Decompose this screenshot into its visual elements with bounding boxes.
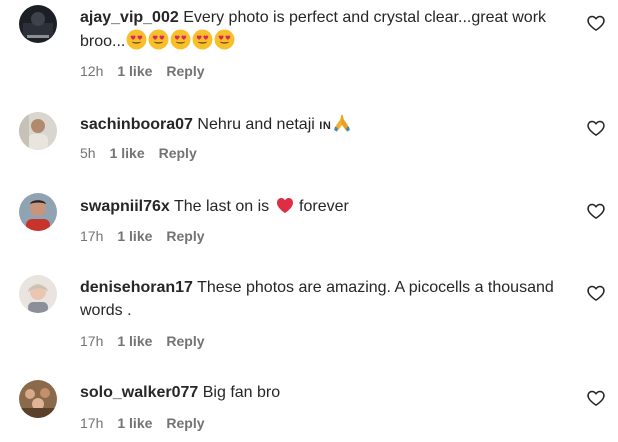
heart-icon[interactable] [586,388,606,408]
heart-eyes-emoji-icon [126,29,147,57]
comment-username[interactable]: sachinboora07 [80,116,193,133]
heart-eyes-emoji-icon [148,29,169,57]
comment-likes[interactable]: 1 like [110,145,145,161]
comment-likes[interactable]: 1 like [117,63,152,79]
comment-likes[interactable]: 1 like [117,333,152,349]
reply-button[interactable]: Reply [166,333,204,349]
heart-eyes-emoji-icon [214,29,235,57]
heart-eyes-emoji-icon [192,29,213,57]
comment-body: ajay_vip_002 Every photo is perfect and … [80,6,560,57]
avatar[interactable] [19,380,57,418]
reply-button[interactable]: Reply [166,228,204,244]
reply-button[interactable]: Reply [159,145,197,161]
reply-button[interactable]: Reply [166,415,204,431]
comment-username[interactable]: ajay_vip_002 [80,9,179,26]
avatar[interactable] [19,193,57,231]
comment-text-before: The last on is [173,198,270,215]
red-heart-emoji-icon [275,195,295,222]
comment-text: Big fan bro [202,384,281,401]
comment-time: 17h [80,415,104,431]
comment-meta: 12h 1 like Reply [80,63,205,79]
avatar[interactable] [19,275,57,313]
comment-meta: 17h 1 like Reply [80,333,205,349]
comment-body: solo_walker077 Big fan bro [80,381,560,404]
comment-likes[interactable]: 1 like [117,415,152,431]
comment-meta: 17h 1 like Reply [80,415,205,431]
comment-username[interactable]: solo_walker077 [80,384,198,401]
comment-username[interactable]: denisehoran17 [80,279,193,296]
comment-likes[interactable]: 1 like [117,228,152,244]
avatar[interactable] [19,112,57,150]
folded-hands-emoji-icon [332,113,352,140]
heart-eyes-emoji-icon [170,29,191,57]
comment-time: 17h [80,333,104,349]
comment-meta: 5h 1 like Reply [80,145,197,161]
comment-username[interactable]: swapniil76x [80,198,170,215]
comment-time: 5h [80,145,96,161]
comment-body: denisehoran17 These photos are amazing. … [80,276,560,322]
comment-text-after: forever [299,198,349,215]
comment-meta: 17h 1 like Reply [80,228,205,244]
avatar[interactable] [19,5,57,43]
heart-icon[interactable] [586,118,606,138]
heart-icon[interactable] [586,201,606,221]
comment-time: 12h [80,63,104,79]
comment-list: ajay_vip_002 Every photo is perfect and … [0,0,618,442]
country-badge: IN [319,120,332,132]
comment-time: 17h [80,228,104,244]
comment-body: sachinboora07 Nehru and netaji IN [80,113,560,140]
comment-text: Nehru and netaji [197,116,315,133]
heart-icon[interactable] [586,13,606,33]
comment-body: swapniil76x The last on is forever [80,195,560,222]
reply-button[interactable]: Reply [166,63,204,79]
heart-icon[interactable] [586,283,606,303]
